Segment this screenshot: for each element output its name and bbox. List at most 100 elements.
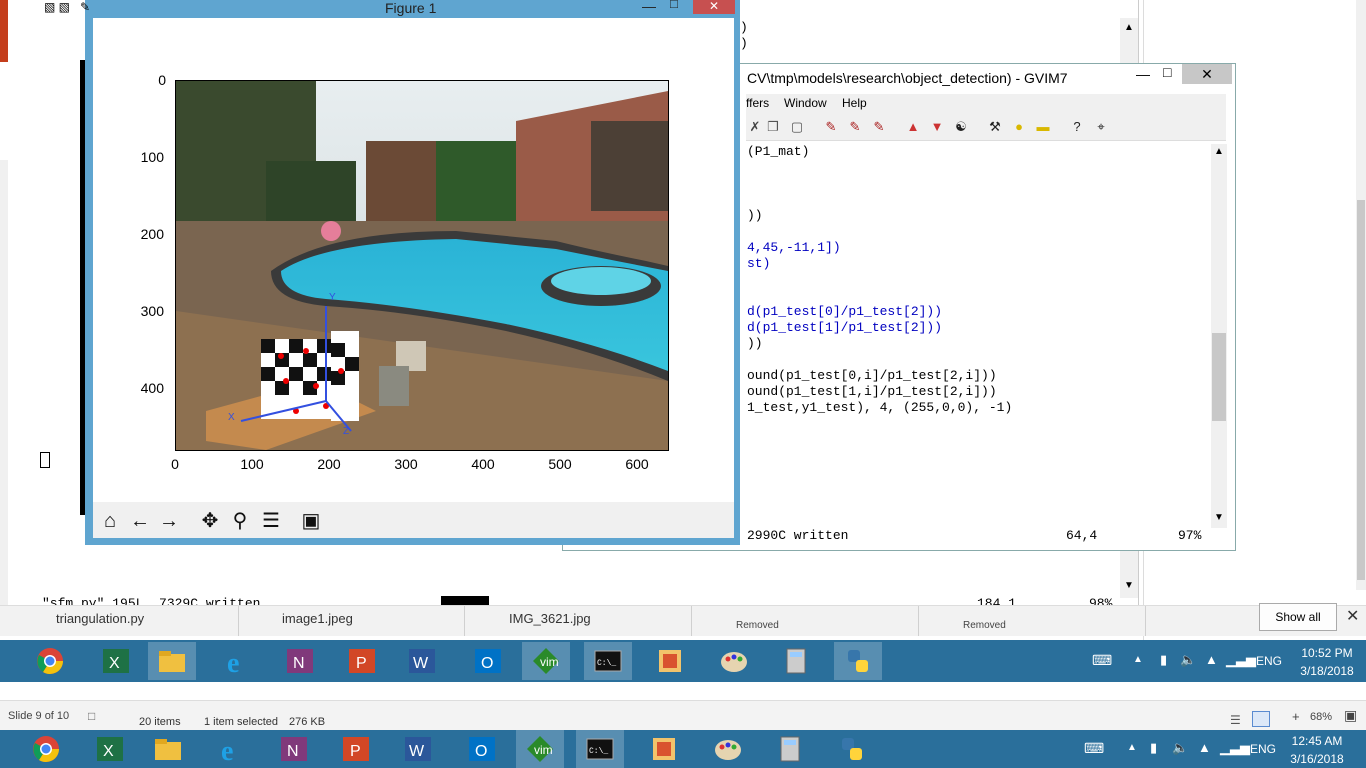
tag-icon[interactable]: ▬	[1034, 118, 1052, 136]
details-view-icon[interactable]: ☰	[1230, 713, 1241, 727]
python-icon[interactable]	[834, 642, 882, 680]
onenote-icon[interactable]: N	[270, 730, 318, 768]
save-icon[interactable]: ▣	[298, 508, 324, 534]
download-item[interactable]: Removed	[692, 606, 919, 636]
code-line: (P1_mat)	[747, 144, 810, 159]
language-indicator[interactable]: ENG	[1250, 742, 1276, 756]
zoom-icon[interactable]: ⚲	[227, 508, 253, 534]
paste-icon[interactable]: ▢	[788, 118, 806, 136]
right-scrollbar-thumb[interactable]	[1357, 200, 1365, 580]
download-item[interactable]: triangulation.py	[12, 606, 239, 636]
volume-icon[interactable]: 🔈	[1180, 652, 1196, 668]
configure-icon[interactable]: ☰	[258, 508, 284, 534]
keyboard-icon[interactable]: ⌨	[1092, 652, 1112, 669]
svg-text:O: O	[481, 655, 493, 672]
signal-icon[interactable]: ▁▃▅	[1226, 652, 1256, 668]
snipping-icon[interactable]	[640, 730, 688, 768]
replace-icon[interactable]: ✎	[822, 118, 840, 136]
snipping-icon[interactable]	[646, 642, 694, 680]
gvim-scrollbar-thumb[interactable]	[1212, 333, 1226, 421]
powerpoint-icon[interactable]: P	[338, 642, 386, 680]
download-item[interactable]: image1.jpeg	[238, 606, 465, 636]
excel-icon[interactable]: X	[92, 642, 140, 680]
close-icon[interactable]: ✕	[693, 0, 735, 14]
onenote-icon[interactable]: N	[276, 642, 324, 680]
back-icon[interactable]: ←	[127, 508, 153, 534]
word-icon[interactable]: W	[398, 642, 446, 680]
paint-icon[interactable]	[704, 730, 752, 768]
run-script-icon[interactable]: ☯	[952, 118, 970, 136]
chrome-icon[interactable]	[22, 730, 70, 768]
volume-icon[interactable]: 🔈	[1172, 740, 1188, 756]
file-explorer-icon[interactable]	[148, 642, 196, 680]
clock-time[interactable]: 12:45 AM	[1282, 734, 1352, 748]
excel-icon[interactable]: X	[86, 730, 134, 768]
maximize-icon[interactable]: □	[670, 0, 678, 11]
menu-window[interactable]: Window	[784, 96, 827, 110]
quick-access-icons: ▧ ▧ ✎	[44, 0, 91, 14]
svg-text:W: W	[413, 655, 429, 672]
close-icon[interactable]: ✕	[1346, 606, 1359, 626]
forward-icon[interactable]: →	[156, 508, 182, 534]
gvim-toolbar: ✗ ❐ ▢ ✎ ✎ ✎ ▲ ▼ ☯ ⚒ ● ▬ ? ⌖	[746, 114, 1226, 141]
x-tick-label: 0	[171, 456, 179, 472]
show-all-button[interactable]: Show all	[1259, 603, 1337, 631]
svg-text:e: e	[227, 648, 239, 676]
network-icon[interactable]: ▲	[1205, 652, 1218, 667]
minimize-icon[interactable]: —	[1136, 66, 1150, 82]
tiles-view-icon[interactable]	[1252, 711, 1270, 727]
menu-buffers[interactable]: ffers	[746, 96, 769, 110]
copy-icon[interactable]: ❐	[764, 118, 782, 136]
shell-icon[interactable]: ●	[1010, 118, 1028, 136]
find-next-icon[interactable]: ✎	[846, 118, 864, 136]
outlook-icon[interactable]: O	[458, 730, 506, 768]
help-icon[interactable]: ?	[1068, 118, 1086, 136]
battery-icon[interactable]: ▮	[1150, 740, 1157, 756]
clock-date[interactable]: 3/18/2018	[1292, 664, 1362, 678]
save-session-icon[interactable]: ▼	[928, 118, 946, 136]
keyboard-icon[interactable]: ⌨	[1084, 740, 1104, 757]
clock-date[interactable]: 3/16/2018	[1282, 752, 1352, 766]
gvim-code-area[interactable]: (P1_mat) )) 4,45,-11,1]) st) d(p1_test[0…	[747, 144, 1207, 524]
word-icon[interactable]: W	[394, 730, 442, 768]
gvim-cursor-position: 64,4	[1066, 528, 1098, 543]
maximize-icon[interactable]: □	[1163, 64, 1171, 80]
notes-icon[interactable]: □	[88, 709, 95, 723]
cmd-icon[interactable]: C:\_	[576, 730, 624, 768]
ie-icon[interactable]: e	[214, 642, 262, 680]
vim-icon[interactable]: vim	[516, 730, 564, 768]
find-prev-icon[interactable]: ✎	[870, 118, 888, 136]
chrome-icon[interactable]	[26, 642, 74, 680]
calculator-icon[interactable]	[772, 642, 820, 680]
file-explorer-icon[interactable]	[144, 730, 192, 768]
fit-slide-icon[interactable]: ▣	[1344, 707, 1357, 724]
close-icon[interactable]: ✕	[1182, 64, 1232, 84]
chevron-up-icon[interactable]: ▲	[1127, 742, 1137, 753]
make-icon[interactable]: ⚒	[986, 118, 1004, 136]
home-icon[interactable]: ⌂	[97, 508, 123, 534]
zoom-in-icon[interactable]: +	[1292, 709, 1300, 724]
ie-icon[interactable]: e	[208, 730, 256, 768]
network-icon[interactable]: ▲	[1198, 740, 1211, 755]
checkbox[interactable]	[40, 452, 50, 468]
pan-icon[interactable]: ✥	[197, 508, 223, 534]
battery-icon[interactable]: ▮	[1160, 652, 1167, 668]
vim-icon[interactable]: vim	[522, 642, 570, 680]
cut-icon[interactable]: ✗	[746, 118, 764, 136]
chevron-up-icon[interactable]: ▲	[1133, 654, 1143, 665]
clock-time[interactable]: 10:52 PM	[1292, 646, 1362, 660]
cmd-icon[interactable]: C:\_	[584, 642, 632, 680]
find-help-icon[interactable]: ⌖	[1092, 118, 1110, 136]
python-icon[interactable]	[828, 730, 876, 768]
load-session-icon[interactable]: ▲	[904, 118, 922, 136]
powerpoint-icon[interactable]: P	[332, 730, 380, 768]
download-item[interactable]: IMG_3621.jpg	[465, 606, 692, 636]
download-item[interactable]: Removed	[919, 606, 1146, 636]
language-indicator[interactable]: ENG	[1256, 654, 1282, 668]
signal-icon[interactable]: ▁▃▅	[1220, 740, 1250, 756]
outlook-icon[interactable]: O	[464, 642, 512, 680]
paint-icon[interactable]	[710, 642, 758, 680]
minimize-icon[interactable]: —	[642, 0, 656, 14]
calculator-icon[interactable]	[766, 730, 814, 768]
menu-help[interactable]: Help	[842, 96, 867, 110]
